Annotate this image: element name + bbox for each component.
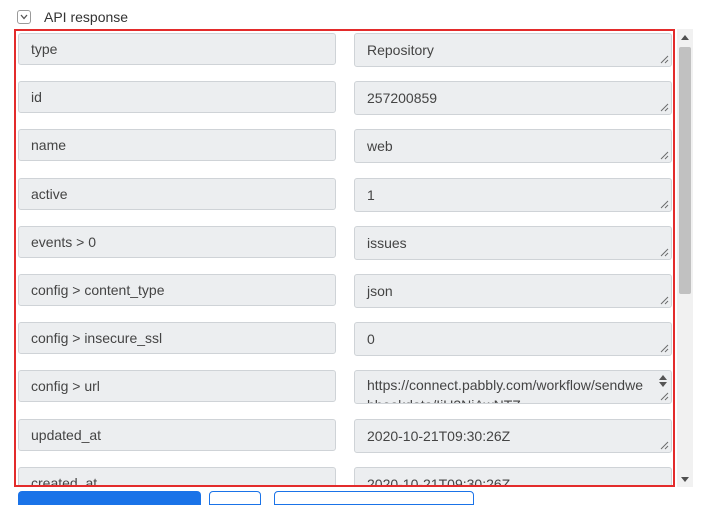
resize-grip-icon[interactable] [660,344,669,353]
row-value-field[interactable]: 2020-10-21T09:30:26Z [354,466,672,487]
row-key-field: type [18,33,336,65]
row-key-field: created_at [18,466,336,485]
resize-grip-icon[interactable] [660,441,669,450]
row-value-field[interactable]: json [354,274,672,308]
row-value-field[interactable]: 2020-10-21T09:30:26Z [354,418,672,453]
row-value-field[interactable]: web [354,129,672,164]
row-value-field[interactable]: https://connect.pabbly.com/workflow/send… [354,370,672,405]
row-key-field: config > url [18,370,336,403]
scroll-up-arrow[interactable] [677,29,693,45]
row-key-field: events > 0 [18,225,336,258]
row-value-text: 2020-10-21T09:30:26Z [367,427,511,444]
spinner-arrows-icon[interactable] [658,374,668,388]
resize-grip-icon[interactable] [660,392,669,401]
row-value-text: 0 [367,331,375,348]
row-value-field[interactable]: Repository [354,33,672,67]
response-row: active 1 [16,177,673,212]
row-value-text: 1 [367,186,375,203]
primary-action-button[interactable] [18,491,201,505]
response-row: config > content_type json [16,274,673,308]
response-row: updated_at 2020-10-21T09:30:26Z [16,418,673,453]
response-row: id 257200859 [16,81,673,116]
row-value-field[interactable]: 1 [354,177,672,212]
row-key-field: config > insecure_ssl [18,322,336,355]
row-key-field: id [18,81,336,114]
row-value-field[interactable]: issues [354,225,672,260]
row-value-text: issues [367,234,407,251]
row-value-text: https://connect.pabbly.com/workflow/send… [367,377,643,403]
row-value-text: json [367,283,393,299]
resize-grip-icon[interactable] [660,151,669,160]
resize-grip-icon[interactable] [660,296,669,305]
response-row: events > 0 issues [16,225,673,260]
api-response-panel: type Repository id 257200859 name web active 1 e… [14,29,675,487]
row-value-text: 257200859 [367,90,438,107]
response-row: name web [16,129,673,164]
row-key-field: active [18,177,336,210]
response-row: created_at 2020-10-21T09:30:26Z [16,466,673,487]
resize-grip-icon[interactable] [660,200,669,209]
resize-grip-icon[interactable] [660,248,669,257]
triangle-down-icon [681,476,689,482]
resize-grip-icon[interactable] [660,55,669,64]
triangle-up-icon [681,34,689,40]
row-key-field: name [18,129,336,162]
row-key-field: updated_at [18,418,336,451]
response-row: config > url https://connect.pabbly.com/w… [16,370,673,405]
response-row: config > insecure_ssl 0 [16,322,673,357]
row-value-text: 2020-10-21T09:30:26Z [367,475,511,487]
row-value-field[interactable]: 0 [354,322,672,357]
row-value-field[interactable]: 257200859 [354,81,672,116]
resize-grip-icon[interactable] [660,103,669,112]
tertiary-action-button[interactable] [274,491,474,505]
row-key-field: config > content_type [18,274,336,306]
response-row: type Repository [16,33,673,67]
secondary-action-button[interactable] [209,491,261,505]
scrollbar-thumb[interactable] [679,47,691,294]
chevron-down-icon [20,14,28,20]
api-response-header: API response [17,8,128,26]
collapse-toggle[interactable] [17,10,31,24]
row-value-text: web [367,138,393,155]
row-value-text: Repository [367,42,434,58]
scroll-down-arrow[interactable] [677,471,693,487]
vertical-scrollbar[interactable] [677,29,693,487]
section-title: API response [44,9,129,25]
